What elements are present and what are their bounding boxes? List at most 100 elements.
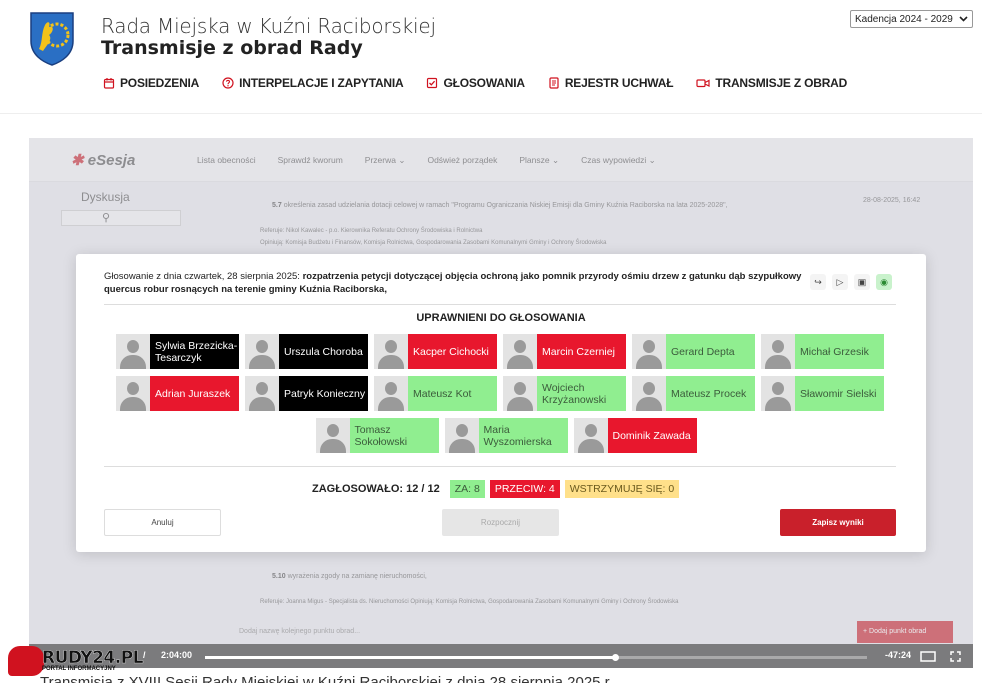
voter-tile: Urszula Choroba — [245, 334, 368, 369]
avatar-icon — [374, 376, 408, 411]
save-icon: ▣ — [854, 274, 870, 290]
voter-tile: Michał Grzesik — [761, 334, 884, 369]
voter-tile: Mateusz Kot — [374, 376, 497, 411]
avatar-icon — [116, 334, 150, 369]
voters-row: Tomasz Sokołowski Maria Wyszomierska Domin… — [116, 418, 896, 453]
progress-bar[interactable] — [205, 654, 867, 661]
nav-label: POSIEDZENIA — [120, 76, 200, 90]
avatar-icon — [503, 334, 537, 369]
avatar-icon — [116, 376, 150, 411]
voter-name: Dominik Zawada — [607, 418, 697, 453]
kadencja-select[interactable]: Kadencja 2024 - 2029 — [850, 10, 973, 28]
avatar-icon — [761, 376, 795, 411]
voter-tile: Kacper Cichocki — [374, 334, 497, 369]
avatar-icon — [374, 334, 408, 369]
modal-actions: ↪ ▷ ▣ ◉ — [810, 274, 892, 290]
player-controls: / 2:04:00 -47:24 — [29, 644, 973, 668]
voter-name: Michał Grzesik — [795, 334, 884, 369]
kadencja-select-value: Kadencja 2024 - 2029 — [855, 13, 953, 25]
voter-name: Tomasz Sokołowski — [349, 418, 439, 453]
time-remaining: -47:24 — [885, 650, 912, 660]
voter-name: Mateusz Kot — [408, 376, 497, 411]
voter-name: Sylwia Brzezicka-Tesarczyk — [150, 334, 239, 369]
document-icon — [549, 77, 559, 89]
coat-of-arms-logo[interactable] — [29, 11, 75, 66]
video-player[interactable]: ✱ eSesja Lista obecności Sprawdź kworum … — [29, 138, 973, 668]
voter-name: Wojciech Krzyżanowski — [537, 376, 626, 411]
chevron-down-icon — [959, 16, 968, 22]
rudy24-logo-icon — [8, 646, 44, 676]
avatar-icon — [573, 418, 608, 453]
progress-handle[interactable] — [612, 654, 620, 661]
header-divider — [0, 113, 982, 114]
avatar-icon — [444, 418, 479, 453]
nav-interpelacje[interactable]: INTERPELACJE I ZAPYTANIA — [222, 76, 404, 90]
time-current: 2:04:00 — [161, 650, 193, 660]
divider — [104, 304, 896, 305]
avatar-icon — [245, 376, 279, 411]
nav-label: TRANSMISJE Z OBRAD — [715, 76, 848, 90]
za-count-badge: ZA: 8 — [449, 480, 485, 498]
voter-tile: Patryk Konieczny — [245, 376, 368, 411]
voter-tile: Sławomir Sielski — [761, 376, 884, 411]
checkbox-icon — [427, 77, 438, 89]
nav-label: INTERPELACJE I ZAPYTANIA — [239, 76, 404, 90]
voter-tile: Mateusz Procek — [632, 376, 755, 411]
nav-transmisje[interactable]: TRANSMISJE Z OBRAD — [696, 76, 847, 90]
cancel-button: Anuluj — [104, 509, 221, 536]
nav-posiedzenia[interactable]: POSIEDZENIA — [103, 76, 199, 90]
avatar-icon — [632, 376, 666, 411]
eligible-voters-title: UPRAWNIENI DO GŁOSOWANIA — [416, 312, 586, 324]
vote-heading: Głosowanie z dnia czwartek, 28 sierpnia … — [104, 271, 802, 295]
voter-tile: Maria Wyszomierska — [444, 418, 568, 453]
share-icon: ↪ — [810, 274, 826, 290]
watermark-brand: RUDY24.PL — [42, 648, 144, 668]
nav-label: REJESTR UCHWAŁ — [564, 76, 674, 90]
voter-name: Gerard Depta — [666, 334, 755, 369]
voter-tile: Gerard Depta — [632, 334, 755, 369]
voting-results-modal: Głosowanie z dnia czwartek, 28 sierpnia … — [76, 254, 926, 552]
eye-icon: ◉ — [876, 274, 892, 290]
page: Rada Miejska w Kuźni Raciborskiej Transm… — [0, 0, 982, 683]
nav-label: GŁOSOWANIA — [443, 76, 525, 90]
play-icon: ▷ — [832, 274, 848, 290]
voter-name: Maria Wyszomierska — [478, 418, 568, 453]
voter-name: Mateusz Procek — [666, 376, 755, 411]
avatar-icon — [245, 334, 279, 369]
voters-row: Adrian Juraszek Patryk Konieczny Mateusz K… — [116, 376, 896, 411]
voter-name: Kacper Cichocki — [408, 334, 497, 369]
przeciw-count-badge: PRZECIW: 4 — [489, 480, 560, 498]
voter-tile: Adrian Juraszek — [116, 376, 239, 411]
question-icon — [222, 77, 234, 89]
progress-played — [205, 656, 616, 659]
avatar-icon — [761, 334, 795, 369]
rudy24-watermark: RUDY24.PL PORTAL INFORMACYJNY — [8, 646, 144, 676]
voter-tile: Wojciech Krzyżanowski — [503, 376, 626, 411]
nav-glosowania[interactable]: GŁOSOWANIA — [426, 76, 525, 90]
video-camera-icon — [696, 79, 710, 88]
video-caption: Transmisja z XVIII Sesji Rady Miejskiej … — [40, 674, 614, 683]
voters-grid: Sylwia Brzezicka-Tesarczyk Urszula Chorob… — [116, 334, 896, 460]
voter-tile: Marcin Czerniej — [503, 334, 626, 369]
voter-name: Marcin Czerniej — [537, 334, 626, 369]
voter-name: Patryk Konieczny — [279, 376, 368, 411]
voter-name: Adrian Juraszek — [150, 376, 239, 411]
fullscreen-icon[interactable] — [950, 651, 961, 662]
voters-row: Sylwia Brzezicka-Tesarczyk Urszula Chorob… — [116, 334, 896, 369]
wstrzymuje-count-badge: WSTRZYMUJĘ SIĘ: 0 — [564, 480, 680, 498]
page-title: Transmisje z obrad Rady — [101, 37, 363, 59]
avatar-icon — [315, 418, 350, 453]
avatar-icon — [503, 376, 537, 411]
voter-name: Urszula Choroba — [279, 334, 368, 369]
save-results-button: Zapisz wyniki — [780, 509, 896, 536]
start-button: Rozpocznij — [442, 509, 559, 536]
calendar-icon — [103, 78, 115, 89]
voted-count: ZAGŁOSOWAŁO: 12 / 12 — [312, 483, 440, 495]
nav-rejestr-uchwal[interactable]: REJESTR UCHWAŁ — [548, 76, 674, 90]
theater-mode-icon[interactable] — [920, 651, 936, 662]
vote-summary: ZAGŁOSOWAŁO: 12 / 12 ZA: 8 PRZECIW: 4 WS… — [312, 480, 680, 498]
voter-tile: Tomasz Sokołowski — [315, 418, 439, 453]
voter-tile: Dominik Zawada — [573, 418, 697, 453]
divider — [104, 466, 896, 467]
voter-tile: Sylwia Brzezicka-Tesarczyk — [116, 334, 239, 369]
